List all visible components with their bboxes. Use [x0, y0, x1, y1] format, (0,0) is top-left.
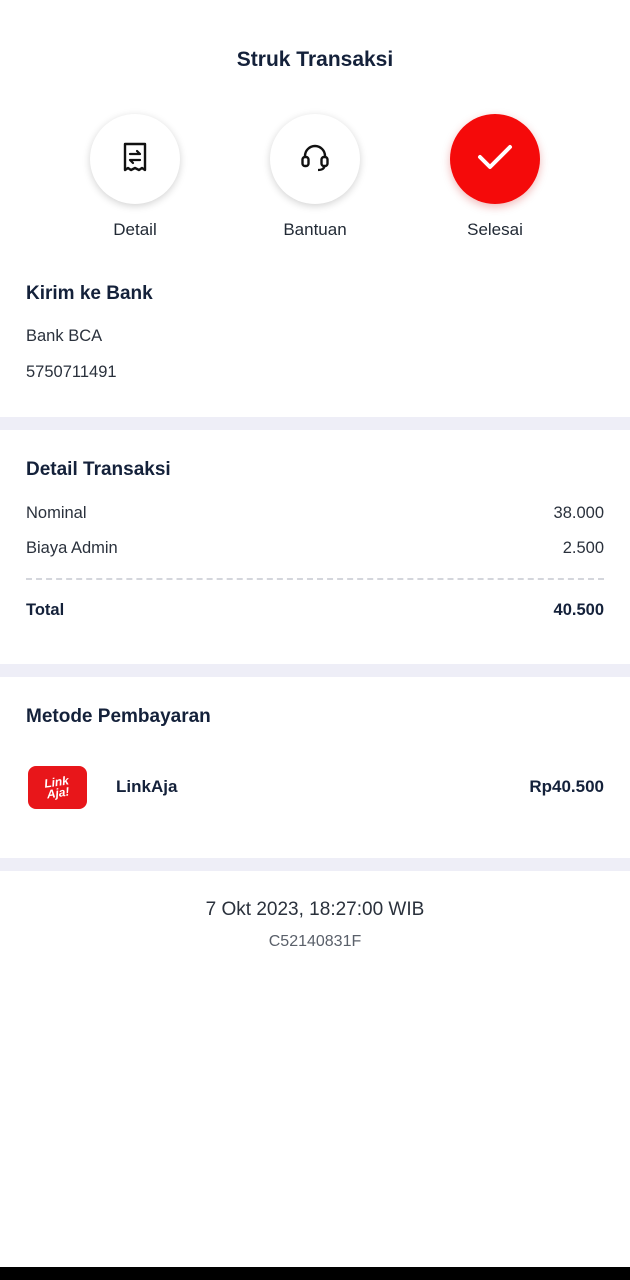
total-row: Total 40.500 — [26, 601, 604, 623]
detail-label: Detail — [113, 220, 157, 239]
page-title: Struk Transaksi — [236, 48, 394, 71]
done-button[interactable]: Selesai — [435, 114, 555, 240]
section-divider — [0, 664, 630, 677]
payment-amount: Rp40.500 — [529, 777, 604, 796]
section-divider — [0, 417, 630, 430]
check-icon — [475, 141, 515, 178]
admin-fee-value: 2.500 — [562, 539, 604, 557]
recipient-title: Kirim ke Bank — [26, 283, 153, 304]
nominal-row: Nominal 38.000 — [26, 504, 604, 526]
done-label: Selesai — [467, 220, 523, 239]
linkaja-logo: Link Aja! — [28, 766, 87, 809]
detail-button[interactable]: Detail — [75, 114, 195, 240]
detail-circle[interactable] — [90, 114, 180, 204]
transaction-ref-id: C52140831F — [268, 933, 362, 950]
transaction-title: Detail Transaksi — [26, 459, 171, 480]
done-circle[interactable] — [450, 114, 540, 204]
receipt-icon — [121, 142, 149, 177]
logo-text-line2: Aja! — [45, 783, 71, 801]
total-label: Total — [26, 601, 65, 619]
headset-icon — [299, 141, 331, 178]
admin-fee-row: Biaya Admin 2.500 — [26, 539, 604, 561]
account-number: 5750711491 — [26, 363, 117, 381]
action-bar: Detail Bantuan Selesai — [0, 114, 630, 244]
system-nav-bar — [0, 1267, 630, 1280]
help-circle[interactable] — [270, 114, 360, 204]
nominal-label: Nominal — [26, 504, 87, 522]
help-label: Bantuan — [283, 220, 347, 239]
transaction-datetime: 7 Okt 2023, 18:27:00 WIB — [205, 899, 425, 920]
dashed-separator — [26, 578, 604, 580]
nominal-value: 38.000 — [553, 504, 604, 522]
section-divider — [0, 858, 630, 871]
help-button[interactable]: Bantuan — [255, 114, 375, 240]
payment-title: Metode Pembayaran — [26, 706, 211, 727]
payment-method-name: LinkAja — [116, 777, 178, 796]
bank-name: Bank BCA — [26, 327, 103, 345]
admin-fee-label: Biaya Admin — [26, 539, 118, 557]
total-value: 40.500 — [553, 601, 604, 619]
